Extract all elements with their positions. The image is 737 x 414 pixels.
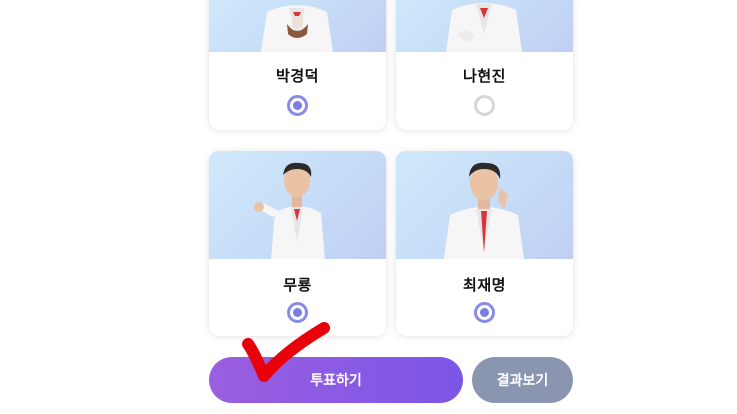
vote-radio-selected[interactable] [287, 302, 308, 323]
candidate-card[interactable]: 최재명 [396, 151, 573, 336]
view-results-button[interactable]: 결과보기 [472, 357, 573, 403]
person-figure-icon [261, 5, 333, 52]
candidate-photo [209, 0, 386, 52]
vote-radio-selected[interactable] [474, 302, 495, 323]
vote-radio-selected[interactable] [287, 95, 308, 116]
vote-radio-unselected[interactable] [474, 95, 495, 116]
candidate-card[interactable]: 박경덕 [209, 0, 386, 130]
person-figure-icon [254, 162, 325, 259]
candidate-photo [209, 151, 386, 259]
candidate-name: 최재명 [463, 276, 506, 294]
candidate-name: 박경덕 [276, 67, 319, 85]
candidate-card[interactable]: 무룡 [209, 151, 386, 336]
candidate-photo [396, 0, 573, 52]
candidate-name: 무룡 [283, 276, 312, 294]
candidate-photo [396, 151, 573, 259]
person-figure-icon [444, 162, 524, 259]
candidate-name: 나현진 [463, 67, 506, 85]
person-figure-icon [446, 3, 522, 52]
candidate-card[interactable]: 나현진 [396, 0, 573, 130]
vote-button[interactable]: 투표하기 [209, 357, 463, 403]
